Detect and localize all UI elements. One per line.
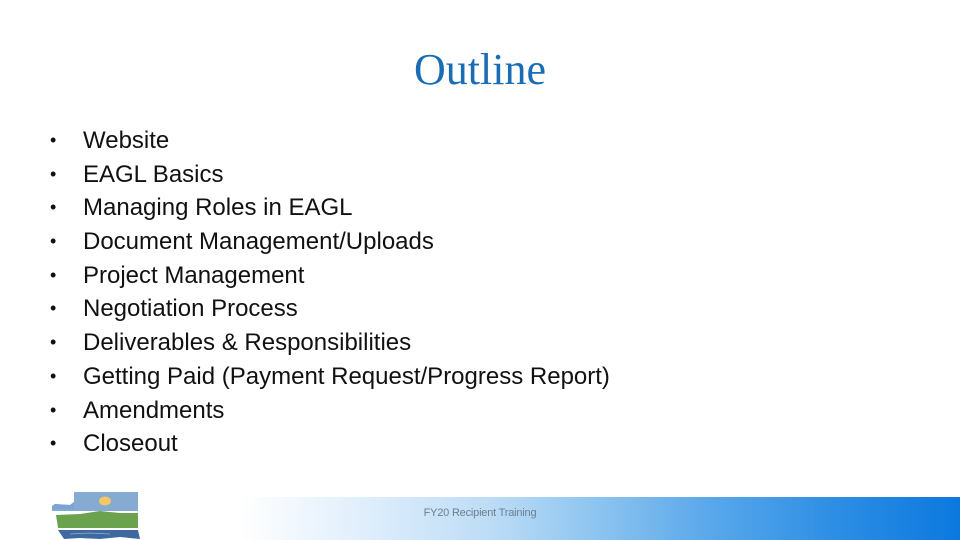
list-item-label: Website: [83, 127, 170, 154]
bullet-icon: •: [50, 231, 57, 252]
bullet-icon: •: [50, 264, 57, 285]
list-item-label: Document Management/Uploads: [83, 228, 434, 256]
list-item: • EAGL Basics: [50, 158, 610, 192]
list-item: • Managing Roles in EAGL: [50, 191, 610, 225]
slide: Outline • Website • EAGL Basics • Managing …: [0, 0, 960, 540]
list-item-label: Closeout: [83, 430, 178, 458]
bullet-icon: •: [50, 365, 57, 386]
list-item-label: Project Management: [83, 261, 305, 289]
bullet-icon: •: [50, 130, 57, 150]
bullet-icon: •: [50, 197, 57, 218]
bullet-icon: •: [50, 332, 57, 353]
bullet-icon: •: [50, 399, 57, 420]
list-item: • Amendments: [50, 394, 610, 428]
list-item-label: EAGL Basics: [83, 160, 224, 188]
list-item: • Document Management/Uploads: [50, 225, 610, 259]
bullet-icon: •: [50, 163, 57, 184]
list-item: • Project Management: [50, 259, 610, 293]
list-item-label: Getting Paid (Payment Request/Progress R…: [83, 362, 610, 390]
list-item-label: Deliverables & Responsibilities: [83, 329, 412, 357]
list-item: • Getting Paid (Payment Request/Progress …: [50, 360, 610, 394]
list-item: • Deliverables & Responsibilities: [50, 326, 610, 360]
bullet-icon: •: [50, 298, 57, 319]
slide-title: Outline: [414, 45, 546, 94]
washington-state-ecology-logo-icon: [52, 492, 140, 539]
footer-text: FY20 Recipient Training: [423, 507, 537, 519]
list-item-label: Managing Roles in EAGL: [83, 194, 353, 222]
list-item: • Closeout: [50, 427, 610, 461]
outline-list: • Website • EAGL Basics • Managing Roles in…: [50, 124, 610, 461]
list-item: • Website: [50, 124, 610, 158]
bullet-icon: •: [50, 433, 57, 454]
list-item-label: Amendments: [83, 396, 225, 424]
list-item: • Negotiation Process: [50, 292, 610, 326]
list-item-label: Negotiation Process: [83, 295, 298, 323]
